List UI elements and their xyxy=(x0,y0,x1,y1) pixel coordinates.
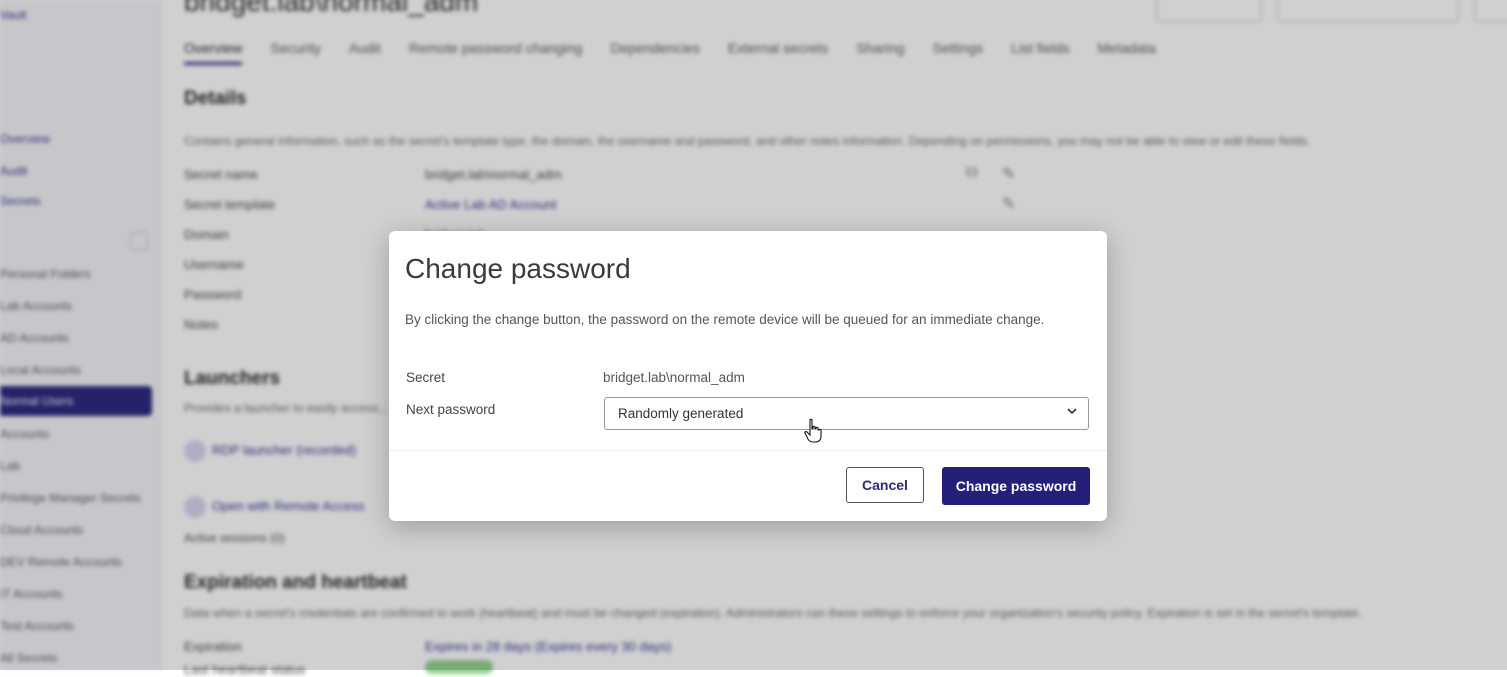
cancel-button[interactable]: Cancel xyxy=(846,467,924,503)
secret-value: bridget.lab\normal_adm xyxy=(603,370,745,385)
change-password-button[interactable]: Change password xyxy=(942,467,1090,505)
dialog-divider xyxy=(389,450,1107,451)
chevron-down-icon xyxy=(1067,408,1077,415)
dialog-description: By clicking the change button, the passw… xyxy=(405,312,1045,327)
hand-cursor-icon xyxy=(804,418,822,443)
next-password-select[interactable]: Randomly generated xyxy=(604,397,1089,430)
dialog-title: Change password xyxy=(405,253,631,284)
change-password-dialog: Change password By clicking the change b… xyxy=(389,231,1107,521)
next-password-label: Next password xyxy=(406,402,496,417)
next-password-selected-value: Randomly generated xyxy=(618,406,744,421)
secret-label: Secret xyxy=(406,370,446,385)
